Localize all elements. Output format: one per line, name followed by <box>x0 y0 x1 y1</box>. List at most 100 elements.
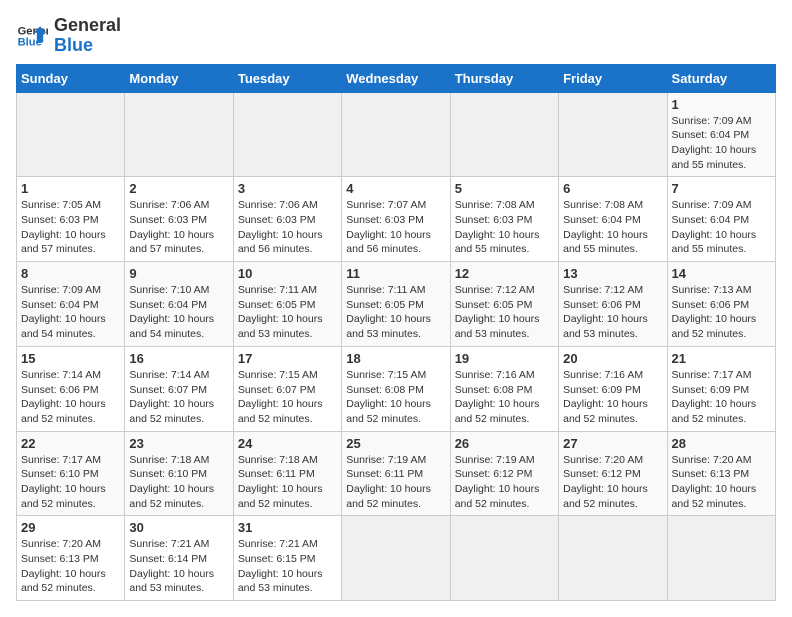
day-cell: 22Sunrise: 7:17 AMSunset: 6:10 PMDayligh… <box>17 431 125 516</box>
day-cell: 19 Sunrise: 7:16 AMSunset: 6:08 PMDayligh… <box>450 346 558 431</box>
day-cell: 20Sunrise: 7:16 AMSunset: 6:09 PMDayligh… <box>559 346 667 431</box>
day-cell: 11 Sunrise: 7:11 AMSunset: 6:05 PMDayligh… <box>342 262 450 347</box>
day-number: 24 <box>238 436 337 451</box>
day-detail: Sunrise: 7:20 AMSunset: 6:13 PMDaylight:… <box>21 537 120 596</box>
day-detail: Sunrise: 7:09 AMSunset: 6:04 PMDaylight:… <box>672 198 771 257</box>
day-detail: Sunrise: 7:08 AMSunset: 6:04 PMDaylight:… <box>563 198 662 257</box>
day-detail: Sunrise: 7:21 AMSunset: 6:14 PMDaylight:… <box>129 537 228 596</box>
day-cell <box>559 516 667 601</box>
logo-icon: General Blue <box>16 20 48 52</box>
day-number: 7 <box>672 181 771 196</box>
day-cell: 25 Sunrise: 7:19 AMSunset: 6:11 PMDayligh… <box>342 431 450 516</box>
day-detail: Sunrise: 7:12 AMSunset: 6:06 PMDaylight:… <box>563 283 662 342</box>
day-cell: 23 Sunrise: 7:18 AMSunset: 6:10 PMDayligh… <box>125 431 233 516</box>
day-number: 18 <box>346 351 445 366</box>
day-number: 23 <box>129 436 228 451</box>
day-number: 13 <box>563 266 662 281</box>
day-cell: 30 Sunrise: 7:21 AMSunset: 6:14 PMDayligh… <box>125 516 233 601</box>
day-number: 9 <box>129 266 228 281</box>
day-detail: Sunrise: 7:13 AMSunset: 6:06 PMDaylight:… <box>672 283 771 342</box>
day-detail: Sunrise: 7:18 AMSunset: 6:10 PMDaylight:… <box>129 453 228 512</box>
day-cell: 7 Sunrise: 7:09 AMSunset: 6:04 PMDaylight… <box>667 177 775 262</box>
week-row-2: 1Sunrise: 7:05 AMSunset: 6:03 PMDaylight… <box>17 177 776 262</box>
day-number: 1 <box>21 181 120 196</box>
day-header-sunday: Sunday <box>17 64 125 92</box>
logo: General Blue General Blue <box>16 16 121 56</box>
day-number: 31 <box>238 520 337 535</box>
day-detail: Sunrise: 7:16 AMSunset: 6:09 PMDaylight:… <box>563 368 662 427</box>
logo-blue: Blue <box>54 36 121 56</box>
day-cell <box>342 92 450 177</box>
week-row-3: 8 Sunrise: 7:09 AMSunset: 6:04 PMDaylight… <box>17 262 776 347</box>
day-cell: 15Sunrise: 7:14 AMSunset: 6:06 PMDayligh… <box>17 346 125 431</box>
day-cell: 31 Sunrise: 7:21 AMSunset: 6:15 PMDayligh… <box>233 516 341 601</box>
day-header-thursday: Thursday <box>450 64 558 92</box>
day-number: 3 <box>238 181 337 196</box>
day-cell: 27Sunrise: 7:20 AMSunset: 6:12 PMDayligh… <box>559 431 667 516</box>
day-cell: 13 Sunrise: 7:12 AMSunset: 6:06 PMDayligh… <box>559 262 667 347</box>
day-header-monday: Monday <box>125 64 233 92</box>
day-detail: Sunrise: 7:20 AMSunset: 6:13 PMDaylight:… <box>672 453 771 512</box>
day-header-friday: Friday <box>559 64 667 92</box>
day-number: 12 <box>455 266 554 281</box>
day-cell <box>667 516 775 601</box>
week-row-5: 22Sunrise: 7:17 AMSunset: 6:10 PMDayligh… <box>17 431 776 516</box>
day-detail: Sunrise: 7:15 AMSunset: 6:08 PMDaylight:… <box>346 368 445 427</box>
day-detail: Sunrise: 7:16 AMSunset: 6:08 PMDaylight:… <box>455 368 554 427</box>
day-detail: Sunrise: 7:09 AMSunset: 6:04 PMDaylight:… <box>672 114 771 173</box>
header-row: SundayMondayTuesdayWednesdayThursdayFrid… <box>17 64 776 92</box>
calendar-table: SundayMondayTuesdayWednesdayThursdayFrid… <box>16 64 776 602</box>
day-detail: Sunrise: 7:20 AMSunset: 6:12 PMDaylight:… <box>563 453 662 512</box>
day-cell: 24Sunrise: 7:18 AMSunset: 6:11 PMDayligh… <box>233 431 341 516</box>
day-cell: 14 Sunrise: 7:13 AMSunset: 6:06 PMDayligh… <box>667 262 775 347</box>
day-cell: 2Sunrise: 7:06 AMSunset: 6:03 PMDaylight… <box>125 177 233 262</box>
day-number: 1 <box>672 97 771 112</box>
day-number: 11 <box>346 266 445 281</box>
day-number: 10 <box>238 266 337 281</box>
day-cell: 18 Sunrise: 7:15 AMSunset: 6:08 PMDayligh… <box>342 346 450 431</box>
day-cell: 17Sunrise: 7:15 AMSunset: 6:07 PMDayligh… <box>233 346 341 431</box>
day-number: 19 <box>455 351 554 366</box>
day-header-saturday: Saturday <box>667 64 775 92</box>
day-detail: Sunrise: 7:12 AMSunset: 6:05 PMDaylight:… <box>455 283 554 342</box>
day-number: 5 <box>455 181 554 196</box>
day-detail: Sunrise: 7:14 AMSunset: 6:07 PMDaylight:… <box>129 368 228 427</box>
day-number: 14 <box>672 266 771 281</box>
day-cell: 8 Sunrise: 7:09 AMSunset: 6:04 PMDaylight… <box>17 262 125 347</box>
day-detail: Sunrise: 7:17 AMSunset: 6:09 PMDaylight:… <box>672 368 771 427</box>
day-detail: Sunrise: 7:11 AMSunset: 6:05 PMDaylight:… <box>238 283 337 342</box>
day-cell <box>233 92 341 177</box>
day-number: 8 <box>21 266 120 281</box>
day-detail: Sunrise: 7:09 AMSunset: 6:04 PMDaylight:… <box>21 283 120 342</box>
day-detail: Sunrise: 7:19 AMSunset: 6:11 PMDaylight:… <box>346 453 445 512</box>
day-cell <box>125 92 233 177</box>
day-detail: Sunrise: 7:06 AMSunset: 6:03 PMDaylight:… <box>238 198 337 257</box>
day-number: 29 <box>21 520 120 535</box>
day-number: 22 <box>21 436 120 451</box>
week-row-4: 15Sunrise: 7:14 AMSunset: 6:06 PMDayligh… <box>17 346 776 431</box>
day-number: 30 <box>129 520 228 535</box>
day-cell <box>450 92 558 177</box>
day-number: 16 <box>129 351 228 366</box>
day-cell: 3 Sunrise: 7:06 AMSunset: 6:03 PMDaylight… <box>233 177 341 262</box>
page-header: General Blue General Blue <box>16 16 776 56</box>
day-number: 17 <box>238 351 337 366</box>
day-cell: 5 Sunrise: 7:08 AMSunset: 6:03 PMDaylight… <box>450 177 558 262</box>
day-cell <box>559 92 667 177</box>
day-cell: 9Sunrise: 7:10 AMSunset: 6:04 PMDaylight… <box>125 262 233 347</box>
day-cell: 6Sunrise: 7:08 AMSunset: 6:04 PMDaylight… <box>559 177 667 262</box>
week-row-6: 29 Sunrise: 7:20 AMSunset: 6:13 PMDayligh… <box>17 516 776 601</box>
day-detail: Sunrise: 7:08 AMSunset: 6:03 PMDaylight:… <box>455 198 554 257</box>
day-detail: Sunrise: 7:11 AMSunset: 6:05 PMDaylight:… <box>346 283 445 342</box>
day-header-tuesday: Tuesday <box>233 64 341 92</box>
day-cell: 21Sunrise: 7:17 AMSunset: 6:09 PMDayligh… <box>667 346 775 431</box>
day-detail: Sunrise: 7:21 AMSunset: 6:15 PMDaylight:… <box>238 537 337 596</box>
day-detail: Sunrise: 7:06 AMSunset: 6:03 PMDaylight:… <box>129 198 228 257</box>
day-cell: 29 Sunrise: 7:20 AMSunset: 6:13 PMDayligh… <box>17 516 125 601</box>
day-number: 15 <box>21 351 120 366</box>
day-cell: 26Sunrise: 7:19 AMSunset: 6:12 PMDayligh… <box>450 431 558 516</box>
day-cell: 16 Sunrise: 7:14 AMSunset: 6:07 PMDayligh… <box>125 346 233 431</box>
day-cell <box>17 92 125 177</box>
day-detail: Sunrise: 7:07 AMSunset: 6:03 PMDaylight:… <box>346 198 445 257</box>
day-number: 25 <box>346 436 445 451</box>
